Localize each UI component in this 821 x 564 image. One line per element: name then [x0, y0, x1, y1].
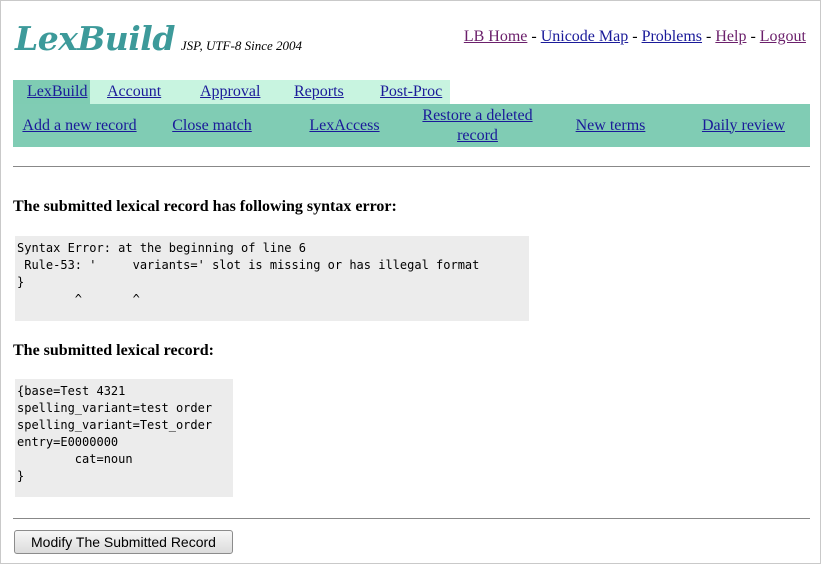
tab-lexbuild[interactable]: LexBuild [13, 80, 90, 104]
logo-title: LexBuild [15, 19, 175, 58]
restore-record-link[interactable]: Restore a deleted record [415, 106, 540, 146]
subnav-daily-review[interactable]: Daily review [677, 104, 810, 147]
error-heading: The submitted lexical record has followi… [13, 198, 397, 215]
tab-reports-label[interactable]: Reports [294, 83, 344, 100]
new-terms-link[interactable]: New terms [576, 116, 646, 136]
problems-link[interactable]: Problems [642, 28, 702, 45]
logo-subtitle: JSP, UTF-8 Since 2004 [180, 38, 302, 53]
tab-approval-label[interactable]: Approval [200, 83, 260, 100]
subnav-close-match[interactable]: Close match [146, 104, 278, 147]
divider [13, 518, 810, 519]
top-links: LB Home - Unicode Map - Problems - Help … [464, 28, 806, 46]
lb-home-link[interactable]: LB Home [464, 28, 528, 45]
separator: - [527, 28, 541, 45]
separator: - [628, 28, 642, 45]
error-output: Syntax Error: at the beginning of line 6… [15, 236, 529, 321]
add-record-link[interactable]: Add a new record [22, 116, 136, 136]
unicode-map-link[interactable]: Unicode Map [541, 28, 629, 45]
logout-link[interactable]: Logout [760, 28, 806, 45]
tab-post-proc[interactable]: Post-Proc [365, 80, 450, 104]
daily-review-link[interactable]: Daily review [702, 116, 785, 136]
tab-account-label[interactable]: Account [107, 83, 161, 100]
subnav-add-record[interactable]: Add a new record [13, 104, 146, 147]
record-heading: The submitted lexical record: [13, 342, 215, 359]
tab-approval[interactable]: Approval [184, 80, 279, 104]
tab-lexbuild-label[interactable]: LexBuild [27, 83, 87, 100]
record-output: {base=Test 4321 spelling_variant=test or… [15, 379, 233, 497]
close-match-link[interactable]: Close match [172, 116, 252, 136]
divider [13, 166, 810, 167]
subnav-restore-record[interactable]: Restore a deleted record [411, 104, 544, 147]
separator: - [702, 28, 716, 45]
subnav-lexaccess[interactable]: LexAccess [278, 104, 411, 147]
separator: - [746, 28, 760, 45]
lexbuild-logo: LexBuild JSP, UTF-8 Since 2004 [15, 19, 302, 58]
modify-record-button[interactable]: Modify The Submitted Record [14, 530, 233, 554]
sub-navigation: Add a new record Close match LexAccess R… [13, 104, 810, 147]
main-tabs: LexBuild Account Approval Reports Post-P… [13, 80, 450, 104]
lexaccess-link[interactable]: LexAccess [309, 116, 379, 136]
tab-post-proc-label[interactable]: Post-Proc [380, 83, 442, 100]
tab-reports[interactable]: Reports [279, 80, 365, 104]
help-link[interactable]: Help [715, 28, 746, 45]
subnav-new-terms[interactable]: New terms [544, 104, 677, 147]
tab-account[interactable]: Account [90, 80, 184, 104]
